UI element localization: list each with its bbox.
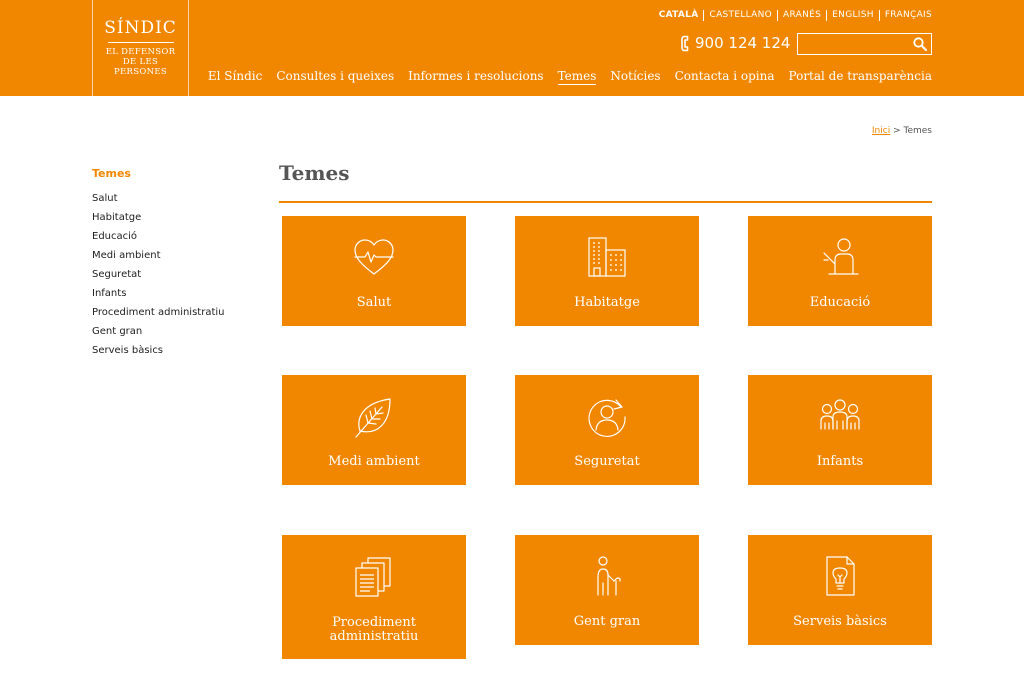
elderly-cane-icon	[515, 555, 699, 599]
title-divider	[279, 201, 932, 203]
nav-consultes-queixes[interactable]: Consultes i queixes	[276, 68, 394, 85]
tile-educacio[interactable]: Educació	[748, 216, 932, 326]
site-header: SÍNDIC EL DEFENSOR DE LES PERSONES CATAL…	[0, 0, 1024, 96]
language-selector: CATALÀ CASTELLANO ARANÉS ENGLISH FRANÇAI…	[659, 10, 932, 21]
search-input[interactable]	[798, 34, 909, 54]
sidebar-item-educacio[interactable]: Educació	[92, 227, 252, 246]
tile-infants[interactable]: Infants	[748, 375, 932, 485]
breadcrumb: Inici > Temes	[872, 126, 932, 136]
main-navigation: El Síndic Consultes i queixes Informes i…	[208, 68, 932, 85]
tile-salut[interactable]: Salut	[282, 216, 466, 326]
sidebar-title[interactable]: Temes	[92, 167, 252, 181]
logo-title: SÍNDIC	[104, 18, 177, 38]
tile-label: Serveis bàsics	[793, 614, 887, 629]
nav-portal-transparencia[interactable]: Portal de transparència	[789, 68, 933, 85]
document-lightbulb-icon	[748, 555, 932, 599]
nav-el-sindic[interactable]: El Síndic	[208, 68, 262, 85]
lang-catala[interactable]: CATALÀ	[659, 10, 704, 21]
heart-pulse-icon	[282, 236, 466, 280]
page-title: Temes	[279, 161, 350, 185]
tile-label: Habitatge	[574, 295, 640, 310]
lang-francais[interactable]: FRANÇAIS	[878, 10, 932, 21]
tile-gent-gran[interactable]: Gent gran	[515, 535, 699, 645]
sidebar-item-gent-gran[interactable]: Gent gran	[92, 322, 252, 341]
person-circle-arrow-icon	[515, 395, 699, 439]
nav-informes-resolucions[interactable]: Informes i resolucions	[408, 68, 543, 85]
tile-serveis-basics[interactable]: Serveis bàsics	[748, 535, 932, 645]
tile-label: Procediment administratiu	[329, 615, 419, 644]
children-group-icon	[748, 395, 932, 439]
tile-label: Gent gran	[573, 614, 641, 629]
buildings-icon	[515, 236, 699, 280]
teacher-icon	[748, 236, 932, 280]
lang-aranes[interactable]: ARANÉS	[777, 10, 826, 21]
sidebar-item-procediment-administratiu[interactable]: Procediment administratiu	[92, 303, 252, 322]
sidebar-item-infants[interactable]: Infants	[92, 284, 252, 303]
logo-subtitle: EL DEFENSOR DE LES PERSONES	[105, 47, 176, 77]
breadcrumb-current: Temes	[903, 126, 933, 136]
nav-noticies[interactable]: Notícies	[610, 68, 660, 85]
sidebar-item-serveis-basics[interactable]: Serveis bàsics	[92, 341, 252, 360]
breadcrumb-separator: >	[893, 126, 901, 136]
tile-label: Salut	[356, 295, 392, 310]
phone-number: 900 124 124	[695, 34, 791, 52]
sidebar: Temes Salut Habitatge Educació Medi ambi…	[92, 167, 252, 360]
tile-label: Infants	[816, 454, 864, 469]
leaf-icon	[282, 395, 466, 439]
tile-seguretat[interactable]: Seguretat	[515, 375, 699, 485]
sindic-logo[interactable]: SÍNDIC EL DEFENSOR DE LES PERSONES	[92, 0, 189, 96]
tile-habitatge[interactable]: Habitatge	[515, 216, 699, 326]
search-box	[797, 33, 932, 55]
lang-english[interactable]: ENGLISH	[826, 10, 879, 21]
tile-label: Educació	[809, 295, 871, 310]
tile-medi-ambient[interactable]: Medi ambient	[282, 375, 466, 485]
lang-castellano[interactable]: CASTELLANO	[703, 10, 777, 21]
nav-contacta-opina[interactable]: Contacta i opina	[675, 68, 775, 85]
sidebar-item-seguretat[interactable]: Seguretat	[92, 265, 252, 284]
breadcrumb-home-link[interactable]: Inici	[872, 126, 890, 136]
phone-icon	[681, 35, 689, 51]
tile-procediment-administratiu[interactable]: Procediment administratiu	[282, 535, 466, 659]
documents-stack-icon	[282, 555, 466, 599]
search-icon	[913, 37, 927, 51]
logo-divider	[107, 42, 174, 43]
tile-label: Medi ambient	[328, 454, 420, 469]
phone-contact[interactable]: 900 124 124	[681, 34, 790, 52]
sidebar-item-habitatge[interactable]: Habitatge	[92, 208, 252, 227]
sidebar-item-medi-ambient[interactable]: Medi ambient	[92, 246, 252, 265]
nav-temes[interactable]: Temes	[557, 68, 597, 85]
sidebar-item-salut[interactable]: Salut	[92, 189, 252, 208]
tile-label: Seguretat	[574, 454, 640, 469]
search-button[interactable]	[909, 34, 931, 54]
